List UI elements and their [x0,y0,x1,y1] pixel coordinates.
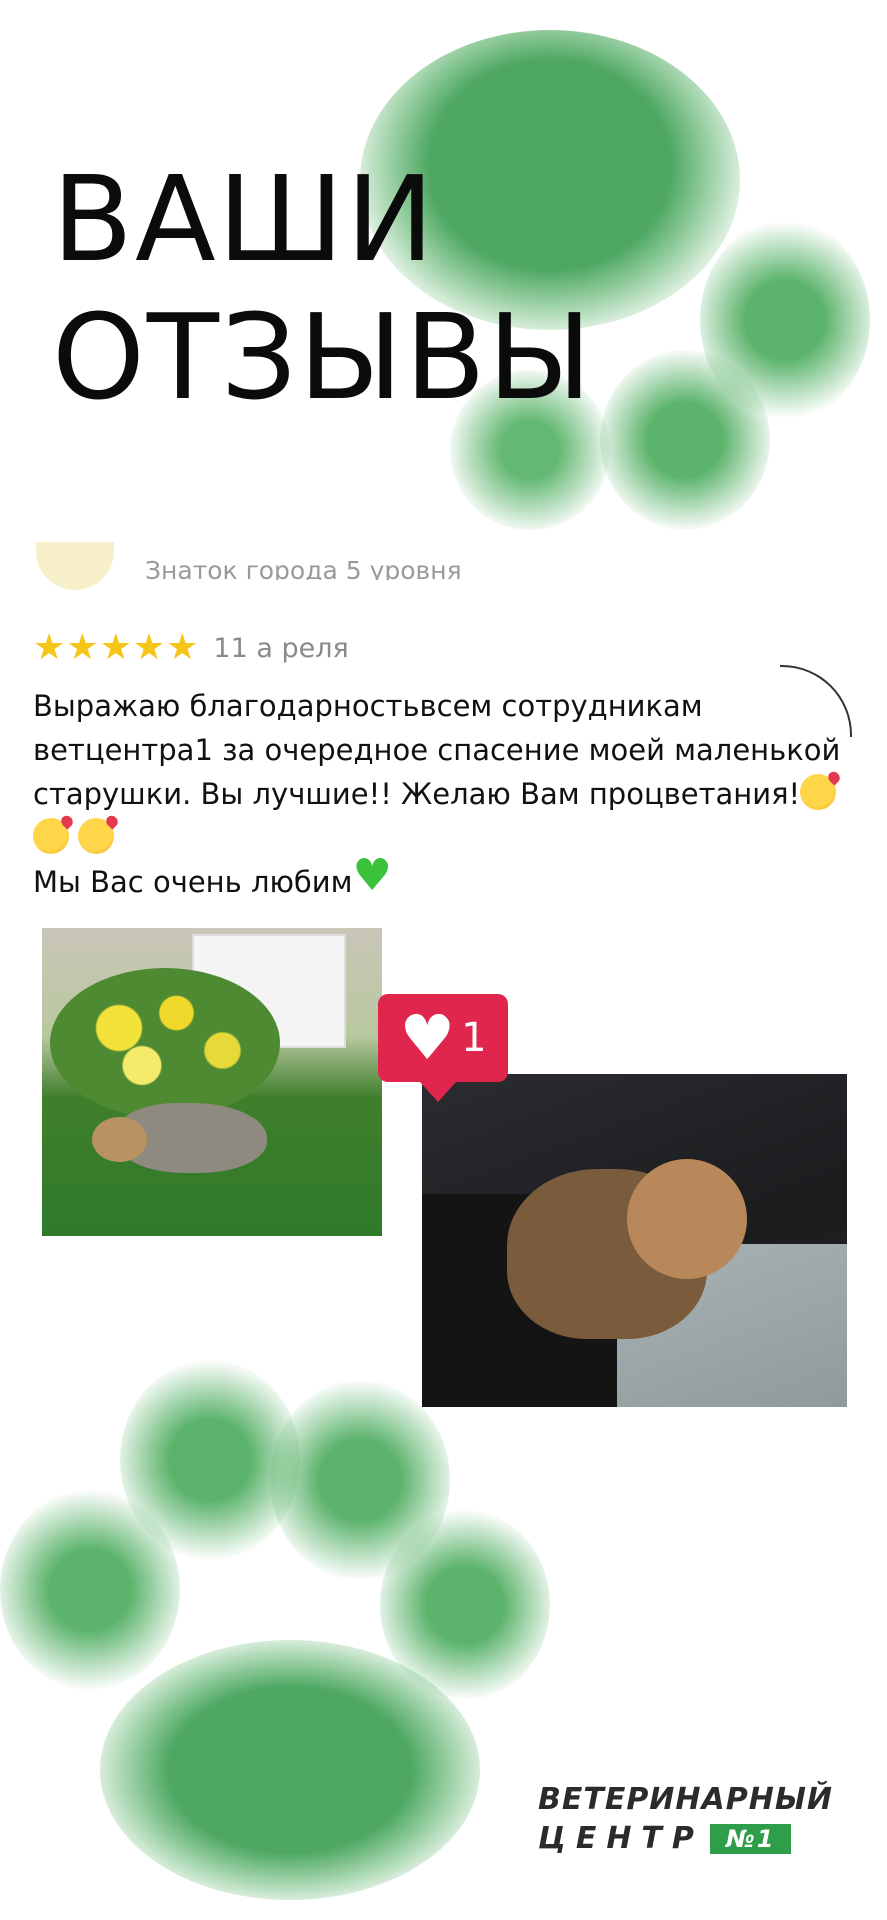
avatar [36,542,114,590]
logo-line-2: ЦЕНТР [538,1821,704,1856]
author-level: Знаток города 5 уровня [145,556,462,580]
title-line-1: ВАШИ [52,150,437,288]
page-title: ВАШИ ОТЗЫВЫ [52,150,594,426]
star-icon: ★ [33,627,66,668]
review-line: Мы Вас очень любим [33,854,863,904]
review-line: ветцентра1 за очередное спасение моей ма… [33,733,841,767]
star-icon: ★ [132,627,166,668]
star-icon: ★ [66,627,99,668]
kiss-emoji-icon [800,774,837,810]
review-line [33,816,863,860]
like-count: 1 [461,1015,487,1061]
logo-number-badge: №1 [709,1823,792,1854]
like-badge: ♥ 1 [378,994,508,1102]
kiss-emoji-icon [33,818,69,854]
rating-row: ★ ★ ★ ★ ★ 11 а реля [33,630,349,666]
review-date: 11 а реля [213,632,349,664]
dog-in-car-photo[interactable] [422,1074,847,1407]
title-line-2: ОТЗЫВЫ [52,288,594,426]
review-line: старушки. Вы лучшие!! Желаю Вам процвета… [33,772,863,816]
dog-on-grass-photo[interactable] [42,928,382,1236]
kiss-emoji-icon [78,818,115,854]
brand-logo: ВЕТЕРИНАРНЫЙ ЦЕНТР №1 [538,1782,834,1857]
star-icon: ★ [99,627,132,668]
paw-print-bottom [0,1340,560,1900]
heart-icon: ♥ [399,1001,456,1074]
green-heart-emoji-icon [353,854,392,898]
review-line: Выражаю благодарностьвсем сотрудникам [33,689,703,723]
logo-line-1: ВЕТЕРИНАРНЫЙ [538,1782,834,1817]
star-icon: ★ [166,627,199,668]
review-text: Выражаю благодарностьвсем сотрудникам ве… [33,684,863,904]
